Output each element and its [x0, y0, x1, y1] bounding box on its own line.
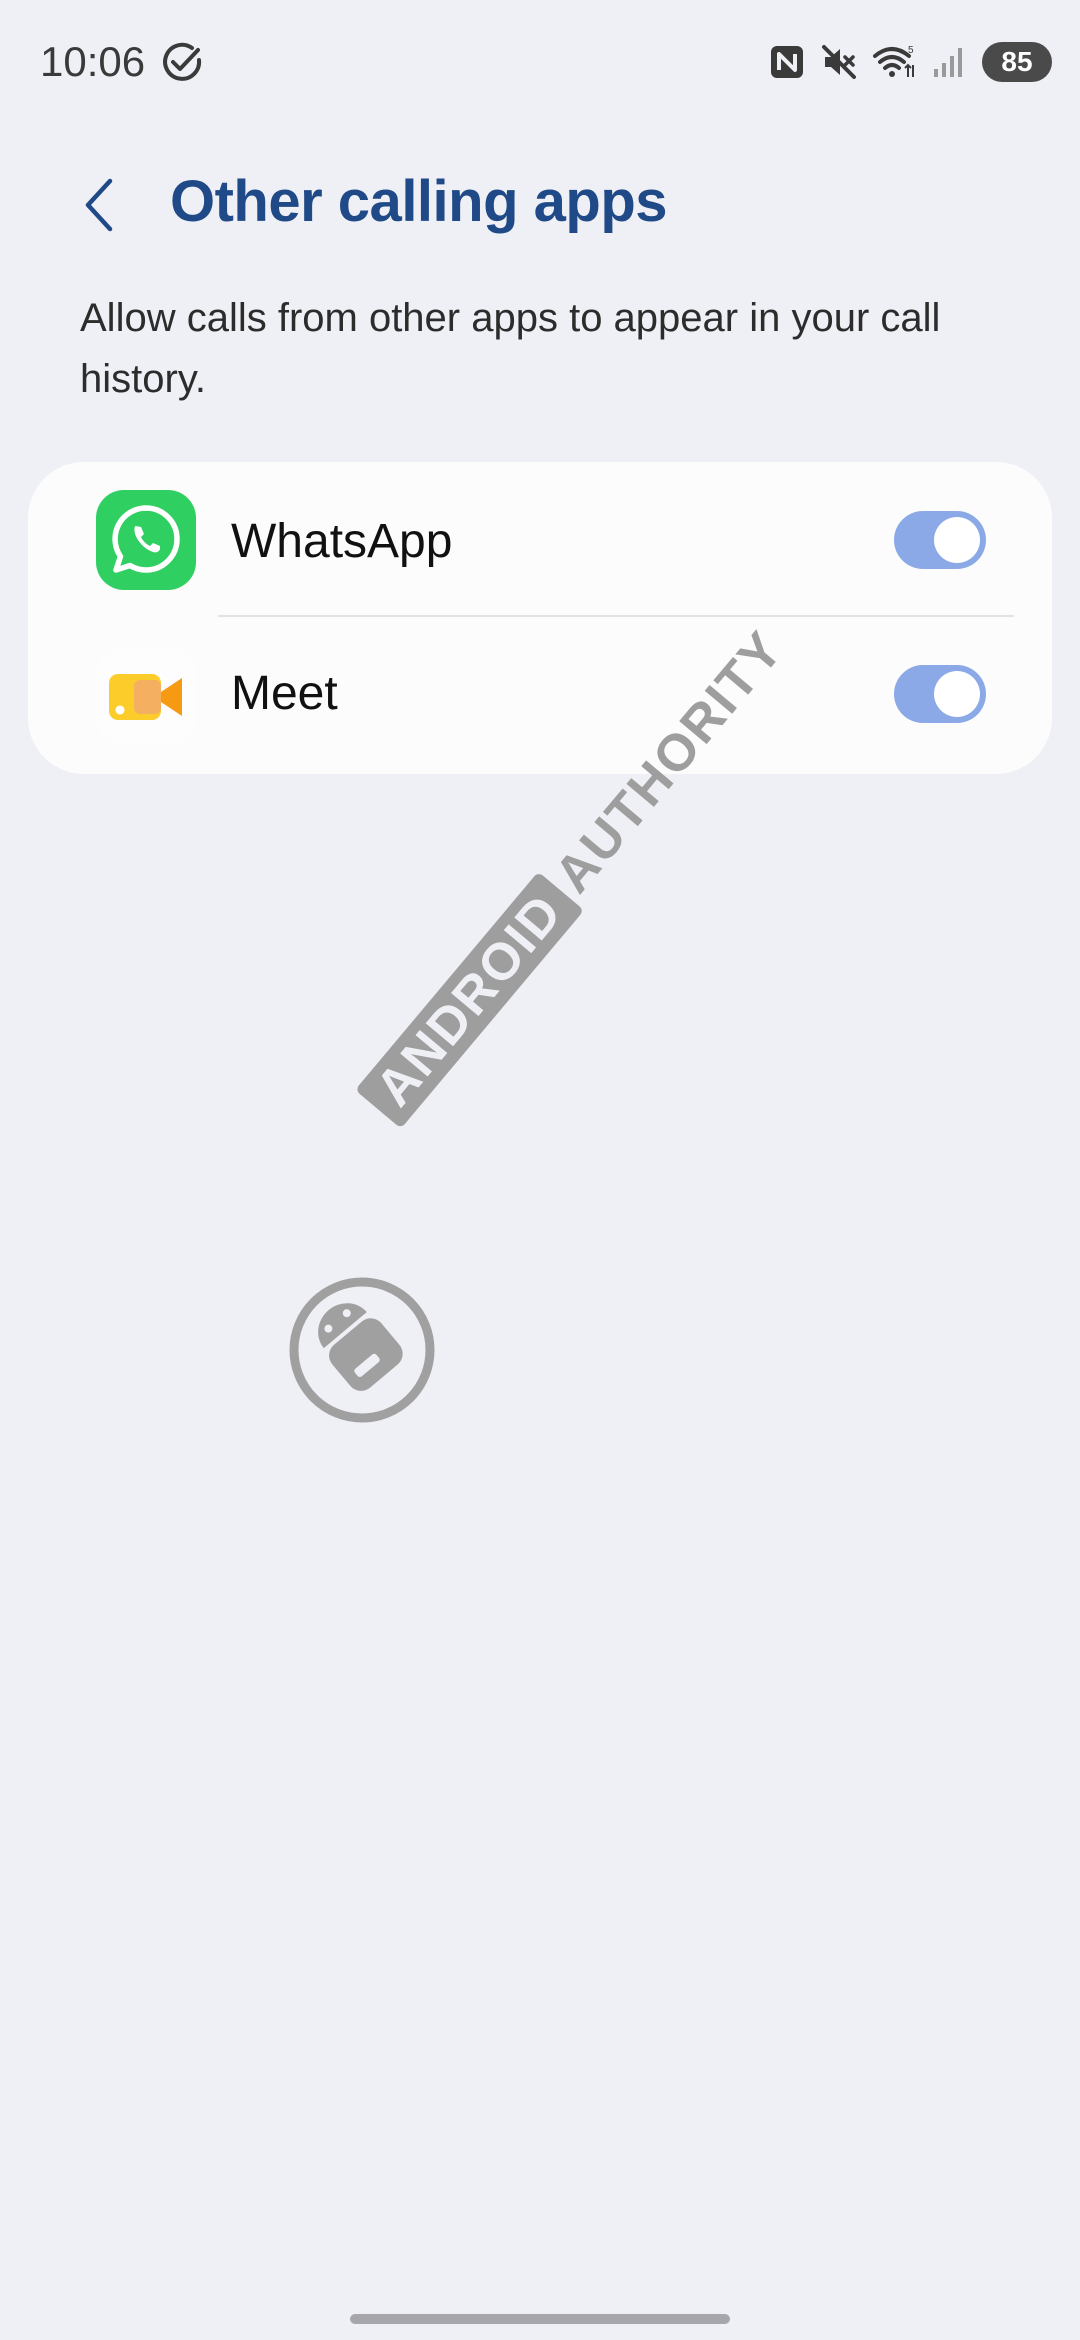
whatsapp-toggle[interactable] — [894, 511, 986, 569]
list-item-meet[interactable]: Meet — [28, 618, 1052, 774]
divider — [218, 615, 1014, 617]
battery-indicator: 85 — [982, 42, 1052, 82]
page-description: Allow calls from other apps to appear in… — [80, 296, 941, 401]
mute-icon — [822, 45, 856, 79]
home-indicator[interactable] — [350, 2314, 730, 2324]
nfc-icon — [771, 46, 803, 78]
app-label: Meet — [231, 667, 338, 720]
chevron-left-icon — [85, 178, 113, 232]
svg-text:5: 5 — [908, 45, 914, 56]
app-bar: Other calling apps — [0, 150, 1080, 260]
apps-card: WhatsApp Meet — [28, 462, 1052, 774]
status-bar: 10:06 5 85 — [0, 0, 1080, 125]
signal-icon — [934, 48, 962, 77]
toggle-knob — [934, 517, 980, 563]
watermark-logo — [289, 1277, 435, 1423]
meet-icon — [96, 646, 196, 746]
list-item-whatsapp[interactable]: WhatsApp — [28, 462, 1052, 618]
app-label: WhatsApp — [231, 515, 453, 568]
toggle-knob — [934, 671, 980, 717]
page-title: Other calling apps — [170, 169, 668, 234]
status-time: 10:06 — [40, 38, 146, 85]
wifi-icon: 5 — [873, 45, 914, 77]
whatsapp-icon — [96, 490, 196, 590]
status-icons: 5 85 — [768, 40, 1052, 84]
check-circle-icon — [163, 42, 202, 81]
meet-toggle[interactable] — [894, 665, 986, 723]
back-button[interactable] — [70, 170, 130, 240]
